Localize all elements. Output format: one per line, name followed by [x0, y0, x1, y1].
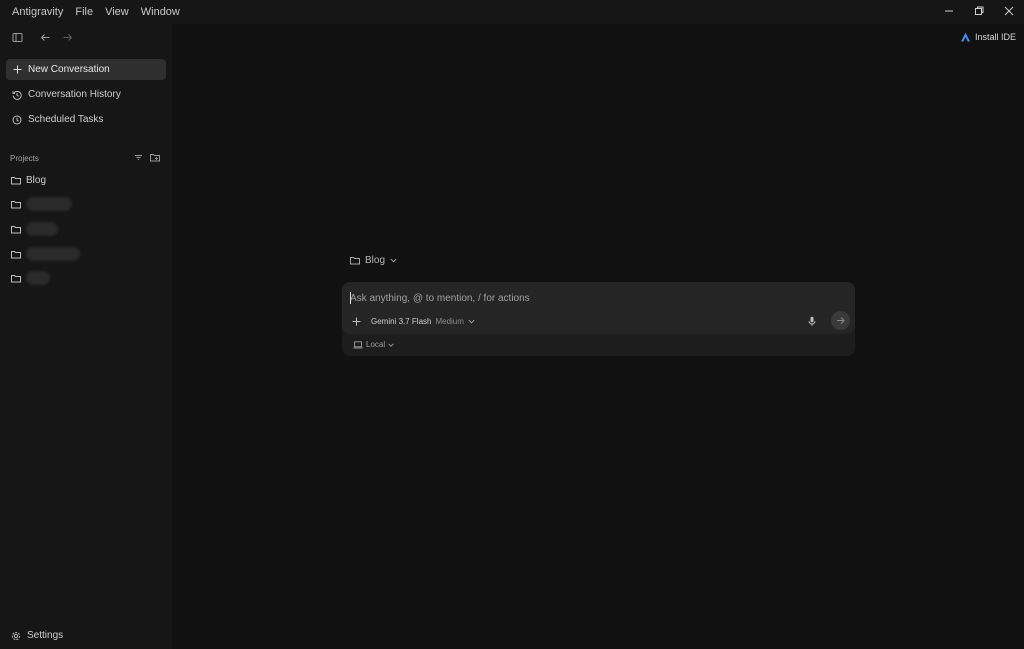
install-ide-label: Install IDE — [974, 32, 1016, 42]
environment-selector[interactable]: Local — [353, 340, 394, 349]
plus-icon — [352, 317, 360, 325]
microphone-button[interactable] — [806, 314, 818, 328]
menu-bar: Antigravity File View Window — [0, 0, 186, 24]
settings-button[interactable]: Settings — [11, 630, 63, 641]
redacted-project-name — [26, 247, 80, 261]
new-folder-icon — [150, 154, 160, 162]
menu-view[interactable]: View — [99, 0, 135, 24]
projects-actions — [134, 149, 160, 167]
sidebar: New Conversation Conversation History Sc… — [0, 24, 172, 649]
add-context-button[interactable] — [350, 315, 362, 327]
redacted-project-name — [26, 222, 58, 236]
project-item-blog[interactable]: Blog — [11, 172, 46, 188]
prompt-input[interactable] — [350, 290, 840, 306]
folder-icon — [350, 257, 360, 265]
arrow-right-icon — [837, 317, 845, 324]
chevron-down-icon — [388, 342, 394, 347]
new-conversation-label: New Conversation — [28, 64, 110, 75]
gear-icon — [11, 631, 21, 640]
model-variant: Medium — [435, 316, 464, 326]
project-item[interactable] — [11, 221, 58, 237]
back-button[interactable] — [36, 28, 54, 46]
filter-projects-button[interactable] — [134, 149, 143, 167]
settings-label: Settings — [27, 630, 64, 641]
projects-header: Projects — [10, 152, 160, 164]
model-selector[interactable]: Gemini 3.7 Flash Medium — [371, 317, 475, 326]
install-ide-button[interactable]: Install IDE — [960, 29, 1016, 45]
forward-button[interactable] — [58, 28, 76, 46]
laptop-icon — [353, 340, 363, 348]
selected-project-label: Blog — [365, 255, 386, 266]
close-button[interactable] — [994, 0, 1024, 22]
composer-input-area: Gemini 3.7 Flash Medium — [342, 282, 855, 334]
composer-controls: Gemini 3.7 Flash Medium — [350, 311, 850, 330]
add-project-button[interactable] — [150, 149, 160, 167]
minimize-icon — [945, 10, 953, 12]
sidebar-toolbar — [0, 24, 172, 50]
title-bar: Antigravity File View Window — [0, 0, 1024, 24]
folder-icon — [11, 176, 21, 184]
new-conversation-button[interactable]: New Conversation — [6, 59, 166, 80]
project-label: Blog — [26, 174, 47, 186]
sidebar-toggle-icon — [12, 32, 22, 42]
folder-icon — [11, 225, 21, 233]
environment-label: Local — [366, 340, 386, 349]
conversation-history-label: Conversation History — [28, 89, 121, 100]
send-button[interactable] — [831, 311, 850, 330]
history-icon — [12, 90, 22, 100]
chevron-down-icon — [468, 319, 475, 323]
folder-icon — [11, 274, 21, 282]
minimize-button[interactable] — [934, 0, 964, 22]
chevron-down-icon — [390, 258, 397, 263]
redacted-project-name — [26, 271, 50, 285]
arrow-right-icon — [63, 33, 72, 41]
folder-icon — [11, 250, 21, 258]
text-caret — [350, 292, 351, 304]
composer: Gemini 3.7 Flash Medium Local — [342, 282, 855, 356]
microphone-icon — [808, 316, 816, 326]
arrow-left-icon — [40, 33, 49, 41]
project-item[interactable] — [11, 246, 80, 262]
restore-button[interactable] — [964, 0, 994, 22]
project-selector[interactable]: Blog — [350, 255, 397, 266]
close-icon — [1004, 6, 1014, 16]
restore-icon — [975, 6, 984, 15]
folder-icon — [11, 200, 21, 208]
scheduled-tasks-button[interactable]: Scheduled Tasks — [6, 109, 166, 130]
projects-label: Projects — [10, 153, 39, 163]
filter-icon — [135, 155, 142, 160]
menu-window[interactable]: Window — [135, 0, 186, 24]
toggle-sidebar-button[interactable] — [8, 28, 26, 46]
project-item[interactable] — [11, 270, 50, 286]
menu-file[interactable]: File — [69, 0, 99, 24]
model-name: Gemini 3.7 Flash — [371, 316, 432, 326]
redacted-project-name — [26, 197, 72, 211]
clock-icon — [12, 115, 22, 125]
conversation-history-button[interactable]: Conversation History — [6, 84, 166, 105]
plus-icon — [12, 65, 22, 75]
project-item[interactable] — [11, 196, 72, 212]
menu-antigravity[interactable]: Antigravity — [6, 0, 69, 24]
antigravity-logo-icon — [960, 32, 970, 42]
scheduled-tasks-label: Scheduled Tasks — [28, 114, 104, 125]
window-controls — [934, 0, 1024, 24]
